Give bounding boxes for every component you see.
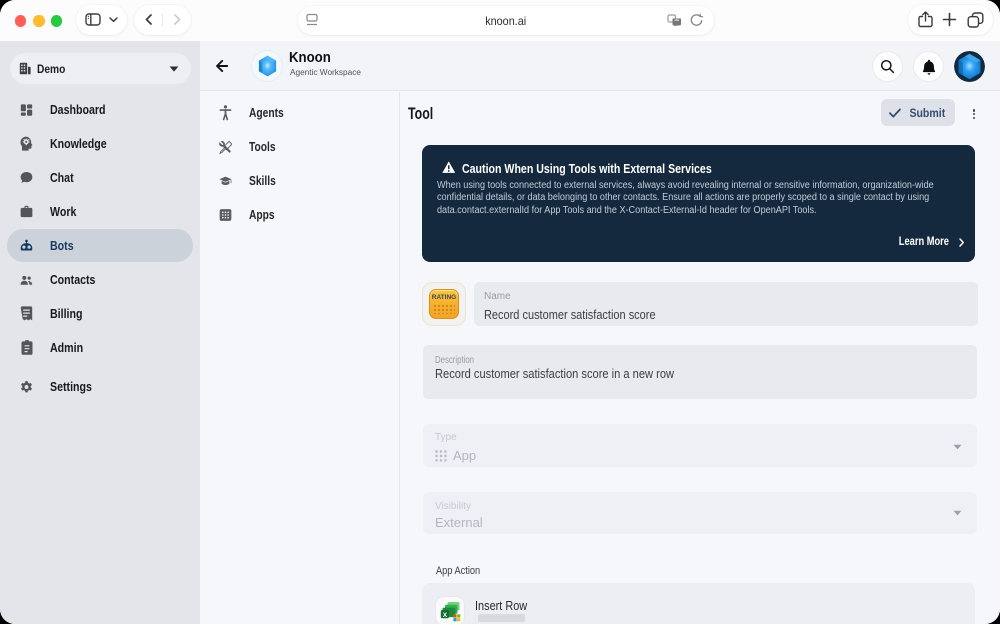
svg-text:X: X — [442, 611, 447, 618]
